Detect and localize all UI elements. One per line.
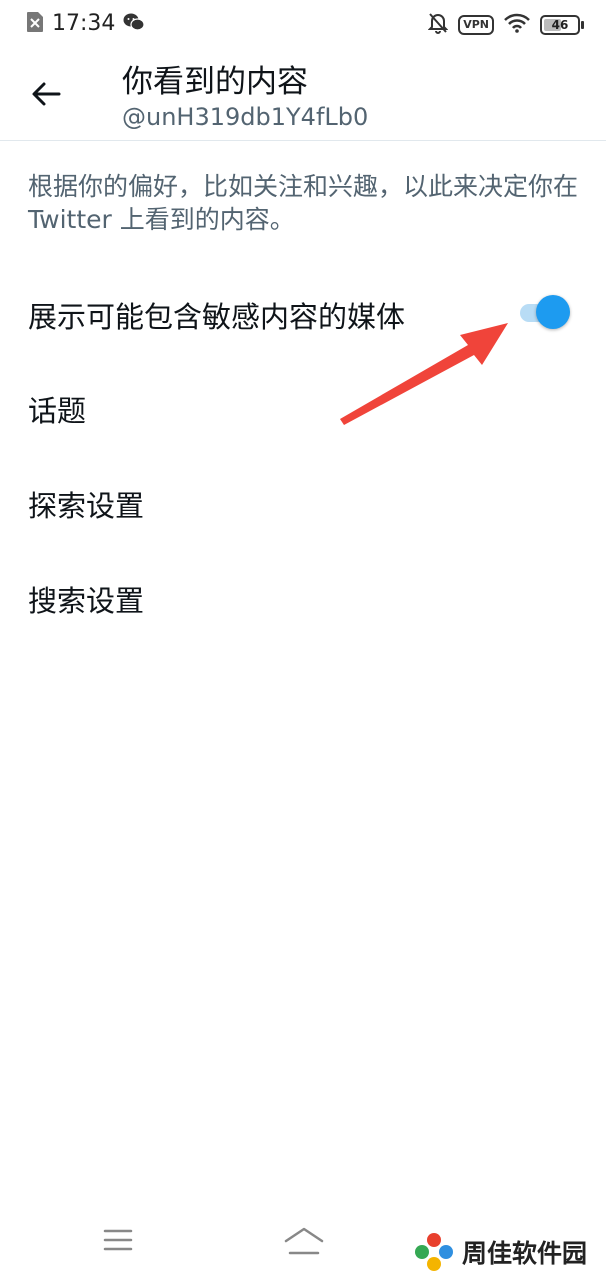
status-bar-left: 17:34	[26, 10, 146, 38]
bell-off-icon	[427, 12, 449, 38]
sensitive-media-setting[interactable]: 展示可能包含敏感内容的媒体	[0, 272, 606, 352]
account-handle: @unH319db1Y4fLb0	[122, 103, 369, 131]
wifi-icon	[504, 13, 530, 37]
watermark: 周佳软件园	[412, 1230, 587, 1274]
topics-label: 话题	[28, 394, 87, 428]
header: 你看到的内容 @unH319db1Y4fLb0	[0, 48, 606, 141]
sensitive-media-label: 展示可能包含敏感内容的媒体	[28, 300, 406, 334]
page-title: 你看到的内容	[122, 64, 308, 100]
status-time: 17:34	[52, 11, 116, 36]
search-settings-label: 搜索设置	[28, 584, 145, 618]
menu-icon[interactable]	[100, 1225, 136, 1255]
battery-level: 46	[551, 18, 569, 32]
status-bar-right: VPN 46	[427, 12, 584, 38]
watermark-logo-icon	[415, 1233, 453, 1271]
explore-settings-label: 探索设置	[28, 489, 145, 523]
back-button[interactable]	[26, 74, 66, 114]
watermark-text: 周佳软件园	[462, 1239, 588, 1268]
arrow-left-icon	[32, 82, 61, 106]
sensitive-media-toggle[interactable]	[516, 292, 576, 332]
wechat-icon	[123, 12, 146, 36]
battery-icon: 46	[540, 15, 584, 35]
search-settings[interactable]: 搜索设置	[0, 556, 606, 636]
page-description: 根据你的偏好，比如关注和兴趣，以此来决定你在 Twitter 上看到的内容。	[28, 172, 579, 234]
toggle-thumb	[536, 295, 570, 329]
topics-setting[interactable]: 话题	[0, 366, 606, 446]
sim-off-icon	[26, 11, 44, 37]
vpn-icon: VPN	[458, 15, 494, 35]
explore-settings[interactable]: 探索设置	[0, 461, 606, 541]
status-bar: 17:34 VPN 46	[0, 0, 606, 48]
home-icon[interactable]	[282, 1225, 326, 1259]
